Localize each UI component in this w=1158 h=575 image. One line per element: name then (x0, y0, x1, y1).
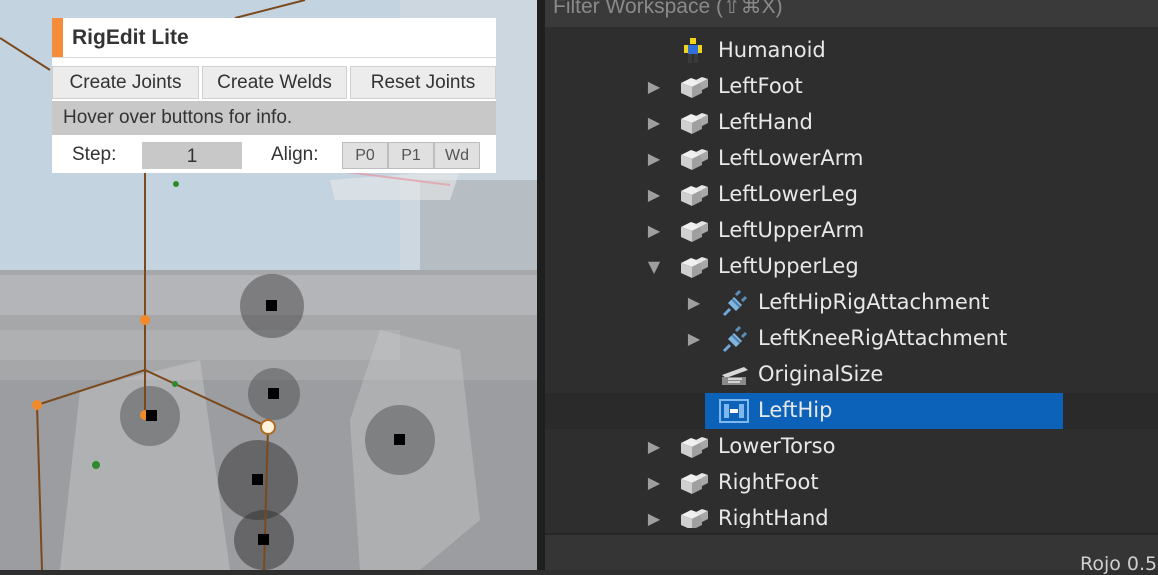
align-wd-button[interactable]: Wd (434, 142, 480, 169)
chevron-right-icon[interactable]: ▶ (645, 438, 663, 456)
tree-item-label: LowerTorso (718, 434, 836, 458)
meshpart-icon (678, 505, 708, 528)
meshpart-icon (678, 469, 708, 497)
tree-item-label: LeftKneeRigAttachment (758, 326, 1008, 350)
tree-item-label: LeftLowerLeg (718, 182, 858, 206)
meshpart-icon (678, 145, 708, 173)
chevron-right-icon[interactable]: ▶ (645, 78, 663, 96)
explorer-tree: Humanoid ▶ LeftFoot ▶ LeftHand ▶ LeftLowerArm ▶… (545, 33, 1158, 528)
info-text: Hover over buttons for info. (63, 107, 293, 128)
chevron-right-icon[interactable]: ▶ (685, 294, 703, 312)
tree-item-label: LeftHip (758, 398, 833, 422)
humanoid-icon (678, 37, 708, 65)
rigedit-panel: RigEdit Lite Create Joints Create Welds … (52, 18, 496, 173)
tree-item-label: LeftLowerArm (718, 146, 864, 170)
attachment-icon (718, 289, 748, 317)
chevron-right-icon[interactable]: ▶ (645, 150, 663, 168)
attachment-icon (718, 325, 748, 353)
align-label: Align: (271, 144, 319, 165)
tree-item[interactable]: ▶ RightHand (545, 501, 1158, 528)
tree-item[interactable]: ▶ LeftFoot (545, 69, 1158, 105)
rigedit-title: RigEdit Lite (72, 26, 189, 49)
chevron-right-icon[interactable]: ▶ (645, 474, 663, 492)
tree-item[interactable]: ▶ LeftHand (545, 105, 1158, 141)
motor6d-icon (718, 397, 749, 425)
step-label: Step: (72, 144, 117, 165)
tree-item[interactable]: OriginalSize (545, 357, 1158, 393)
meshpart-icon (678, 109, 708, 137)
tree-item-label: LeftHand (718, 110, 813, 134)
meshpart-icon (678, 433, 708, 461)
info-bar: Hover over buttons for info. (52, 101, 496, 135)
chevron-right-icon[interactable]: ▶ (645, 114, 663, 132)
chevron-right-icon[interactable]: ▶ (685, 330, 703, 348)
create-joints-button[interactable]: Create Joints (52, 66, 199, 99)
tree-item-label: LeftUpperLeg (718, 254, 859, 278)
tree-item-label: Humanoid (718, 38, 826, 62)
chevron-right-icon[interactable]: ▶ (645, 510, 663, 528)
tree-item[interactable]: ▶ LowerTorso (545, 429, 1158, 465)
chevron-down-icon[interactable]: ▼ (645, 258, 663, 276)
tree-item[interactable]: ▶ LeftLowerArm (545, 141, 1158, 177)
rigedit-accent (52, 18, 63, 57)
filter-bar (545, 0, 1158, 27)
tree-item[interactable]: LeftHip (545, 393, 1158, 429)
align-p0-button[interactable]: P0 (342, 142, 388, 169)
create-welds-button[interactable]: Create Welds (202, 66, 347, 99)
tree-item[interactable]: ▶ LeftLowerLeg (545, 177, 1158, 213)
meshpart-icon (678, 181, 708, 209)
vector3value-icon (718, 361, 748, 389)
tree-item-label: LeftFoot (718, 74, 803, 98)
tree-item[interactable]: ▼ LeftUpperLeg (545, 249, 1158, 285)
bottom-bar: Rojo 0.5 (545, 533, 1158, 575)
meshpart-icon (678, 253, 708, 281)
tree-item[interactable]: Humanoid (545, 33, 1158, 69)
tree-item-label: LeftUpperArm (718, 218, 865, 242)
filter-workspace-input[interactable] (553, 0, 1133, 24)
tree-item[interactable]: ▶ RightFoot (545, 465, 1158, 501)
tree-item-label: OriginalSize (758, 362, 884, 386)
tree-item-label: LeftHipRigAttachment (758, 290, 990, 314)
tree-item[interactable]: ▶ LeftKneeRigAttachment (545, 321, 1158, 357)
3d-viewport[interactable]: RigEdit Lite Create Joints Create Welds … (0, 0, 537, 570)
tree-item[interactable]: ▶ LeftUpperArm (545, 213, 1158, 249)
chevron-right-icon[interactable]: ▶ (645, 186, 663, 204)
tree-item-label: RightHand (718, 506, 829, 528)
step-input[interactable]: 1 (142, 142, 242, 169)
tree-item-label: RightFoot (718, 470, 819, 494)
tree-item[interactable]: ▶ LeftHipRigAttachment (545, 285, 1158, 321)
rigedit-title-bar[interactable]: RigEdit Lite (52, 18, 496, 58)
meshpart-icon (678, 217, 708, 245)
explorer-panel: Humanoid▶LeftFoot▶LeftHand▶LeftLowerArm▶… (537, 0, 1158, 575)
meshpart-icon (678, 73, 708, 101)
chevron-right-icon[interactable]: ▶ (645, 222, 663, 240)
status-text: Rojo 0.5 (1080, 553, 1158, 575)
align-p1-button[interactable]: P1 (388, 142, 434, 169)
reset-joints-button[interactable]: Reset Joints (350, 66, 496, 99)
